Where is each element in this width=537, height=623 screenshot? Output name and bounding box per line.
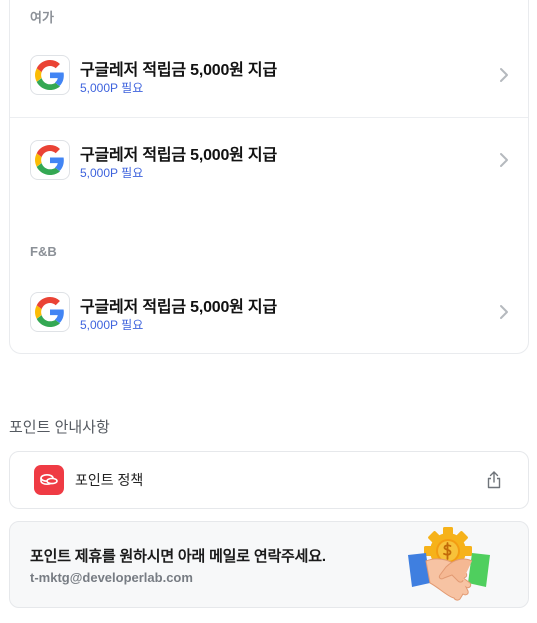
reward-item[interactable]: 구글레저 적립금 5,000원 지급 5,000P 필요 (9, 270, 529, 354)
google-logo-icon (30, 292, 70, 332)
chevron-right-icon (500, 153, 508, 167)
chevron-right-icon (500, 68, 508, 82)
reward-cost: 5,000P 필요 (80, 318, 144, 332)
reward-item[interactable]: 구글레저 적립금 5,000원 지급 5,000P 필요 (9, 118, 529, 202)
reward-title: 구글레저 적립금 5,000원 지급 (80, 147, 277, 164)
partnership-contact-card: 포인트 제휴를 원하시면 아래 메일로 연락주세요. t-mktg@develo… (9, 521, 529, 608)
reward-item[interactable]: 구글레저 적립금 5,000원 지급 5,000P 필요 (9, 33, 529, 117)
partnership-message: 포인트 제휴를 원하시면 아래 메일로 연락주세요. (30, 548, 326, 565)
contact-email[interactable]: t-mktg@developerlab.com (30, 570, 193, 585)
point-policy-link[interactable]: 포인트 정책 (9, 451, 529, 509)
reward-title: 구글레저 적립금 5,000원 지급 (80, 62, 277, 79)
reward-cost: 5,000P 필요 (80, 166, 144, 180)
point-policy-label: 포인트 정책 (75, 472, 144, 488)
handshake-coin-illustration (408, 527, 490, 601)
share-icon[interactable] (486, 471, 502, 489)
coins-icon (34, 465, 64, 495)
reward-title: 구글레저 적립금 5,000원 지급 (80, 299, 277, 316)
section-label-fnb: F&B (30, 244, 57, 259)
chevron-right-icon (500, 305, 508, 319)
google-logo-icon (30, 55, 70, 95)
reward-cost: 5,000P 필요 (80, 81, 144, 95)
section-label-leisure: 여가 (30, 10, 54, 25)
info-section-title: 포인트 안내사항 (9, 419, 110, 436)
google-logo-icon (30, 140, 70, 180)
